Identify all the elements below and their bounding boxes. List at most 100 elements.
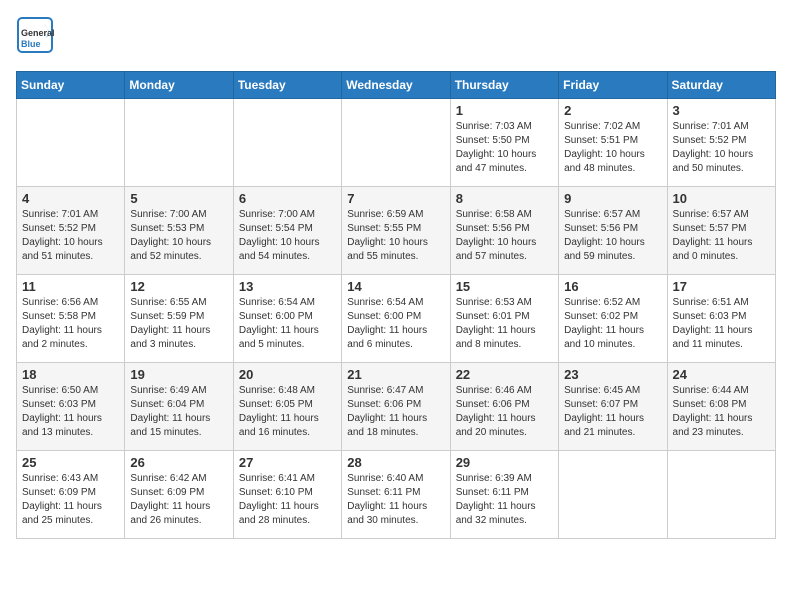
- calendar-cell: 17 Sunrise: 6:51 AMSunset: 6:03 PMDayligh…: [667, 275, 775, 363]
- calendar-cell: 15 Sunrise: 6:53 AMSunset: 6:01 PMDayligh…: [450, 275, 558, 363]
- day-number: 27: [239, 455, 336, 470]
- day-number: 16: [564, 279, 661, 294]
- calendar-cell: 23 Sunrise: 6:45 AMSunset: 6:07 PMDayligh…: [559, 363, 667, 451]
- calendar-cell: [667, 451, 775, 539]
- day-number: 12: [130, 279, 227, 294]
- cell-info: Sunrise: 6:47 AMSunset: 6:06 PMDaylight:…: [347, 384, 444, 440]
- cell-info: Sunrise: 6:53 AMSunset: 6:01 PMDaylight:…: [456, 296, 553, 352]
- calendar-cell: 25 Sunrise: 6:43 AMSunset: 6:09 PMDayligh…: [17, 451, 125, 539]
- cell-info: Sunrise: 6:41 AMSunset: 6:10 PMDaylight:…: [239, 472, 336, 528]
- week-row-4: 25 Sunrise: 6:43 AMSunset: 6:09 PMDayligh…: [17, 451, 776, 539]
- day-number: 6: [239, 191, 336, 206]
- cell-info: Sunrise: 6:54 AMSunset: 6:00 PMDaylight:…: [239, 296, 336, 352]
- cell-info: Sunrise: 7:00 AMSunset: 5:53 PMDaylight:…: [130, 208, 227, 264]
- calendar-cell: 3 Sunrise: 7:01 AMSunset: 5:52 PMDaylight…: [667, 99, 775, 187]
- calendar-cell: 19 Sunrise: 6:49 AMSunset: 6:04 PMDayligh…: [125, 363, 233, 451]
- cell-info: Sunrise: 6:50 AMSunset: 6:03 PMDaylight:…: [22, 384, 119, 440]
- cell-info: Sunrise: 6:40 AMSunset: 6:11 PMDaylight:…: [347, 472, 444, 528]
- cell-info: Sunrise: 6:51 AMSunset: 6:03 PMDaylight:…: [673, 296, 770, 352]
- cell-info: Sunrise: 7:02 AMSunset: 5:51 PMDaylight:…: [564, 120, 661, 176]
- day-number: 25: [22, 455, 119, 470]
- day-number: 26: [130, 455, 227, 470]
- calendar-cell: 27 Sunrise: 6:41 AMSunset: 6:10 PMDayligh…: [233, 451, 341, 539]
- day-number: 15: [456, 279, 553, 294]
- day-number: 21: [347, 367, 444, 382]
- cell-info: Sunrise: 7:00 AMSunset: 5:54 PMDaylight:…: [239, 208, 336, 264]
- calendar-cell: 4 Sunrise: 7:01 AMSunset: 5:52 PMDaylight…: [17, 187, 125, 275]
- svg-text:Blue: Blue: [21, 39, 41, 49]
- calendar-cell: [17, 99, 125, 187]
- calendar-cell: 8Sunrise: 6:58 AMSunset: 5:56 PMDaylight…: [450, 187, 558, 275]
- cell-info: Sunrise: 6:56 AMSunset: 5:58 PMDaylight:…: [22, 296, 119, 352]
- day-number: 19: [130, 367, 227, 382]
- header: General Blue: [16, 16, 776, 59]
- col-header-tuesday: Tuesday: [233, 72, 341, 99]
- calendar-cell: 13 Sunrise: 6:54 AMSunset: 6:00 PMDayligh…: [233, 275, 341, 363]
- calendar-cell: 24 Sunrise: 6:44 AMSunset: 6:08 PMDayligh…: [667, 363, 775, 451]
- day-number: 10: [673, 191, 770, 206]
- day-number: 4: [22, 191, 119, 206]
- calendar-cell: [125, 99, 233, 187]
- col-header-wednesday: Wednesday: [342, 72, 450, 99]
- svg-text:General: General: [21, 28, 54, 38]
- day-number: 18: [22, 367, 119, 382]
- calendar-header-row: SundayMondayTuesdayWednesdayThursdayFrid…: [17, 72, 776, 99]
- calendar-cell: 11Sunrise: 6:56 AMSunset: 5:58 PMDayligh…: [17, 275, 125, 363]
- cell-info: Sunrise: 6:57 AMSunset: 5:56 PMDaylight:…: [564, 208, 661, 264]
- cell-info: Sunrise: 7:01 AMSunset: 5:52 PMDaylight:…: [22, 208, 119, 264]
- col-header-monday: Monday: [125, 72, 233, 99]
- cell-info: Sunrise: 6:39 AMSunset: 6:11 PMDaylight:…: [456, 472, 553, 528]
- col-header-sunday: Sunday: [17, 72, 125, 99]
- day-number: 14: [347, 279, 444, 294]
- col-header-friday: Friday: [559, 72, 667, 99]
- calendar-cell: 18 Sunrise: 6:50 AMSunset: 6:03 PMDayligh…: [17, 363, 125, 451]
- calendar-cell: 12 Sunrise: 6:55 AMSunset: 5:59 PMDayligh…: [125, 275, 233, 363]
- col-header-thursday: Thursday: [450, 72, 558, 99]
- calendar-table: SundayMondayTuesdayWednesdayThursdayFrid…: [16, 71, 776, 539]
- day-number: 13: [239, 279, 336, 294]
- logo-icon: General Blue: [16, 16, 54, 59]
- day-number: 3: [673, 103, 770, 118]
- day-number: 20: [239, 367, 336, 382]
- cell-info: Sunrise: 6:46 AMSunset: 6:06 PMDaylight:…: [456, 384, 553, 440]
- day-number: 23: [564, 367, 661, 382]
- logo: General Blue: [16, 16, 54, 59]
- calendar-cell: 20 Sunrise: 6:48 AMSunset: 6:05 PMDayligh…: [233, 363, 341, 451]
- calendar-cell: 10 Sunrise: 6:57 AMSunset: 5:57 PMDayligh…: [667, 187, 775, 275]
- week-row-2: 11Sunrise: 6:56 AMSunset: 5:58 PMDayligh…: [17, 275, 776, 363]
- calendar-cell: 14 Sunrise: 6:54 AMSunset: 6:00 PMDayligh…: [342, 275, 450, 363]
- calendar-body: 1Sunrise: 7:03 AMSunset: 5:50 PMDaylight…: [17, 99, 776, 539]
- calendar-cell: 1Sunrise: 7:03 AMSunset: 5:50 PMDaylight…: [450, 99, 558, 187]
- day-number: 7: [347, 191, 444, 206]
- cell-info: Sunrise: 6:49 AMSunset: 6:04 PMDaylight:…: [130, 384, 227, 440]
- day-number: 5: [130, 191, 227, 206]
- calendar-cell: 9 Sunrise: 6:57 AMSunset: 5:56 PMDaylight…: [559, 187, 667, 275]
- cell-info: Sunrise: 6:45 AMSunset: 6:07 PMDaylight:…: [564, 384, 661, 440]
- day-number: 22: [456, 367, 553, 382]
- week-row-3: 18 Sunrise: 6:50 AMSunset: 6:03 PMDayligh…: [17, 363, 776, 451]
- day-number: 2: [564, 103, 661, 118]
- cell-info: Sunrise: 6:48 AMSunset: 6:05 PMDaylight:…: [239, 384, 336, 440]
- cell-info: Sunrise: 6:54 AMSunset: 6:00 PMDaylight:…: [347, 296, 444, 352]
- day-number: 9: [564, 191, 661, 206]
- cell-info: Sunrise: 6:43 AMSunset: 6:09 PMDaylight:…: [22, 472, 119, 528]
- day-number: 29: [456, 455, 553, 470]
- week-row-1: 4 Sunrise: 7:01 AMSunset: 5:52 PMDaylight…: [17, 187, 776, 275]
- cell-info: Sunrise: 6:44 AMSunset: 6:08 PMDaylight:…: [673, 384, 770, 440]
- calendar-cell: 16Sunrise: 6:52 AMSunset: 6:02 PMDayligh…: [559, 275, 667, 363]
- calendar-cell: 5 Sunrise: 7:00 AMSunset: 5:53 PMDaylight…: [125, 187, 233, 275]
- day-number: 24: [673, 367, 770, 382]
- day-number: 1: [456, 103, 553, 118]
- calendar-cell: 7 Sunrise: 6:59 AMSunset: 5:55 PMDaylight…: [342, 187, 450, 275]
- calendar-cell: 29 Sunrise: 6:39 AMSunset: 6:11 PMDayligh…: [450, 451, 558, 539]
- cell-info: Sunrise: 6:59 AMSunset: 5:55 PMDaylight:…: [347, 208, 444, 264]
- calendar-cell: 28Sunrise: 6:40 AMSunset: 6:11 PMDayligh…: [342, 451, 450, 539]
- day-number: 8: [456, 191, 553, 206]
- cell-info: Sunrise: 7:01 AMSunset: 5:52 PMDaylight:…: [673, 120, 770, 176]
- cell-info: Sunrise: 6:57 AMSunset: 5:57 PMDaylight:…: [673, 208, 770, 264]
- day-number: 17: [673, 279, 770, 294]
- calendar-cell: 21 Sunrise: 6:47 AMSunset: 6:06 PMDayligh…: [342, 363, 450, 451]
- col-header-saturday: Saturday: [667, 72, 775, 99]
- cell-info: Sunrise: 6:55 AMSunset: 5:59 PMDaylight:…: [130, 296, 227, 352]
- calendar-cell: 6 Sunrise: 7:00 AMSunset: 5:54 PMDaylight…: [233, 187, 341, 275]
